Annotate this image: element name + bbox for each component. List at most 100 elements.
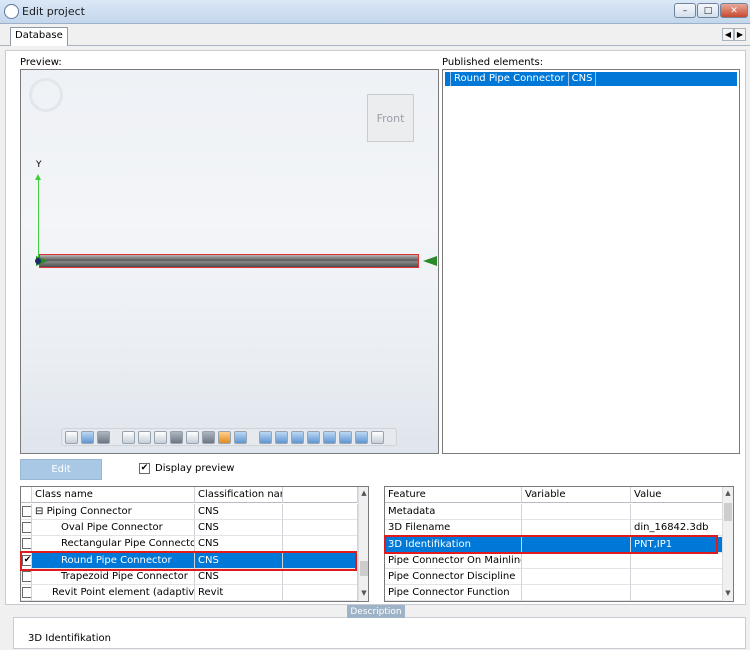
more-views-chevron-icon[interactable] xyxy=(371,430,384,444)
header-value[interactable]: Value xyxy=(631,487,724,503)
pipe-connector-model[interactable] xyxy=(39,254,419,268)
edit-button[interactable]: Edit xyxy=(20,459,102,480)
view-left-icon[interactable] xyxy=(291,430,304,444)
class-classification: CNS xyxy=(195,520,283,536)
render-icon[interactable] xyxy=(202,430,215,444)
published-row[interactable]: Round Pipe Connector CNS xyxy=(445,72,737,86)
feature-grid-scrollbar[interactable]: ▲ ▼ xyxy=(722,487,733,601)
feature-value: din_16842.3db xyxy=(631,520,724,536)
class-row[interactable]: ⊟ Piping Connector CNS xyxy=(21,504,358,520)
window-title: Edit project xyxy=(22,5,85,18)
pan-icon[interactable] xyxy=(138,430,151,444)
selected-class-highlight xyxy=(20,551,357,571)
feature-row[interactable]: Pipe Connector Discipline xyxy=(385,569,724,585)
feature-value xyxy=(631,569,724,585)
feature-name: Pipe Connector Discipline xyxy=(385,569,522,585)
connector-right-arrow-icon xyxy=(423,256,437,266)
scroll-up-icon[interactable]: ▲ xyxy=(359,489,368,499)
published-elements-label: Published elements: xyxy=(442,57,544,68)
minimize-button[interactable]: – xyxy=(674,3,696,18)
view-iso-icon[interactable] xyxy=(355,430,368,444)
preview-toolbar xyxy=(61,428,397,446)
feature-variable xyxy=(522,553,631,569)
material-icon[interactable] xyxy=(218,430,231,444)
class-row[interactable]: Rectangular Pipe Connector CNS xyxy=(21,536,358,552)
feature-name: Pipe Connector On Mainline xyxy=(385,553,522,569)
box-view-icon[interactable] xyxy=(81,430,94,444)
origin-point-icon xyxy=(35,258,41,264)
scroll-thumb[interactable] xyxy=(360,561,368,576)
class-row-checkbox[interactable] xyxy=(22,587,31,598)
feature-row[interactable]: Pipe Connector On Mainline xyxy=(385,553,724,569)
display-preview-label: Display preview xyxy=(155,463,235,474)
scroll-up-icon[interactable]: ▲ xyxy=(723,489,733,499)
header-extra[interactable] xyxy=(283,487,358,503)
class-classification: Revit xyxy=(195,585,283,601)
class-name: Revit Point element (adaptive model) xyxy=(32,585,195,601)
feature-row[interactable]: Pipe Connector Function xyxy=(385,585,724,601)
header-classification-name[interactable]: Classification name xyxy=(195,487,283,503)
title-bar: Edit project – □ ✕ xyxy=(0,0,750,24)
feature-variable xyxy=(522,504,631,520)
class-grid-scrollbar[interactable]: ▲ ▼ xyxy=(358,487,368,601)
header-class-name[interactable]: Class name xyxy=(32,487,195,503)
group-collapse-icon[interactable]: ⊟ xyxy=(35,506,43,517)
view-cube-front[interactable]: Front xyxy=(367,94,414,142)
class-name: Rectangular Pipe Connector xyxy=(32,536,195,552)
feature-row[interactable]: 3D Filename din_16842.3db xyxy=(385,520,724,536)
view-top-icon[interactable] xyxy=(323,430,336,444)
published-classification: CNS xyxy=(569,72,597,86)
view-right-icon[interactable] xyxy=(307,430,320,444)
cylinder-view-icon[interactable] xyxy=(65,430,78,444)
feature-name: Metadata xyxy=(385,504,522,520)
tab-database[interactable]: Database xyxy=(10,27,68,46)
published-elements-list: Round Pipe Connector CNS xyxy=(442,69,740,454)
view-bottom-icon[interactable] xyxy=(339,430,352,444)
class-classification: CNS xyxy=(195,569,283,585)
class-name: Trapezoid Pipe Connector xyxy=(32,569,195,585)
class-row[interactable]: Oval Pipe Connector CNS xyxy=(21,520,358,536)
hidden-lines-icon[interactable] xyxy=(186,430,199,444)
app-icon xyxy=(4,4,19,19)
class-classification: CNS xyxy=(195,536,283,552)
header-feature[interactable]: Feature xyxy=(385,487,522,503)
wireframe-icon[interactable] xyxy=(170,430,183,444)
feature-value xyxy=(631,553,724,569)
class-classification: CNS xyxy=(195,504,283,520)
class-row[interactable]: Trapezoid Pipe Connector CNS xyxy=(21,569,358,585)
feature-name: 3D Filename xyxy=(385,520,522,536)
scroll-down-icon[interactable]: ▼ xyxy=(359,589,368,599)
tab-next-icon[interactable]: ▶ xyxy=(734,28,746,41)
zoom-icon[interactable] xyxy=(122,430,135,444)
class-grid-header: Class name Classification name xyxy=(21,487,358,503)
view-back-icon[interactable] xyxy=(275,430,288,444)
shaded-view-icon[interactable] xyxy=(97,430,110,444)
class-row-checkbox[interactable] xyxy=(22,506,31,517)
close-button[interactable]: ✕ xyxy=(720,3,748,18)
header-variable[interactable]: Variable xyxy=(522,487,631,503)
class-row-checkbox[interactable] xyxy=(22,538,31,549)
maximize-button[interactable]: □ xyxy=(697,3,719,18)
class-row-checkbox[interactable] xyxy=(22,522,31,533)
rotate-icon[interactable] xyxy=(154,430,167,444)
preview-viewport[interactable]: Front Y xyxy=(20,69,439,454)
class-row-checkbox[interactable] xyxy=(22,571,31,582)
scroll-thumb[interactable] xyxy=(724,503,732,521)
y-axis-label: Y xyxy=(36,160,42,170)
tab-prev-icon[interactable]: ◀ xyxy=(722,28,734,41)
scroll-down-icon[interactable]: ▼ xyxy=(723,589,733,599)
navigation-orb-icon[interactable] xyxy=(29,78,63,112)
feature-grid-header: Feature Variable Value xyxy=(385,487,724,503)
view-front-icon[interactable] xyxy=(259,430,272,444)
display-preview-checkbox[interactable]: ✔ xyxy=(139,463,150,474)
description-panel: 3D Identifikation xyxy=(13,617,746,649)
class-name: Oval Pipe Connector xyxy=(32,520,195,536)
feature-name: Pipe Connector Function xyxy=(385,585,522,601)
description-text: 3D Identifikation xyxy=(28,633,111,644)
iso-view-icon[interactable] xyxy=(234,430,247,444)
class-grid: Class name Classification name ⊟ Piping … xyxy=(20,486,369,602)
class-row[interactable]: Revit Point element (adaptive model) Rev… xyxy=(21,585,358,601)
selected-feature-highlight xyxy=(384,535,718,554)
feature-row[interactable]: Metadata xyxy=(385,504,724,520)
description-tab[interactable]: Description xyxy=(347,605,405,618)
